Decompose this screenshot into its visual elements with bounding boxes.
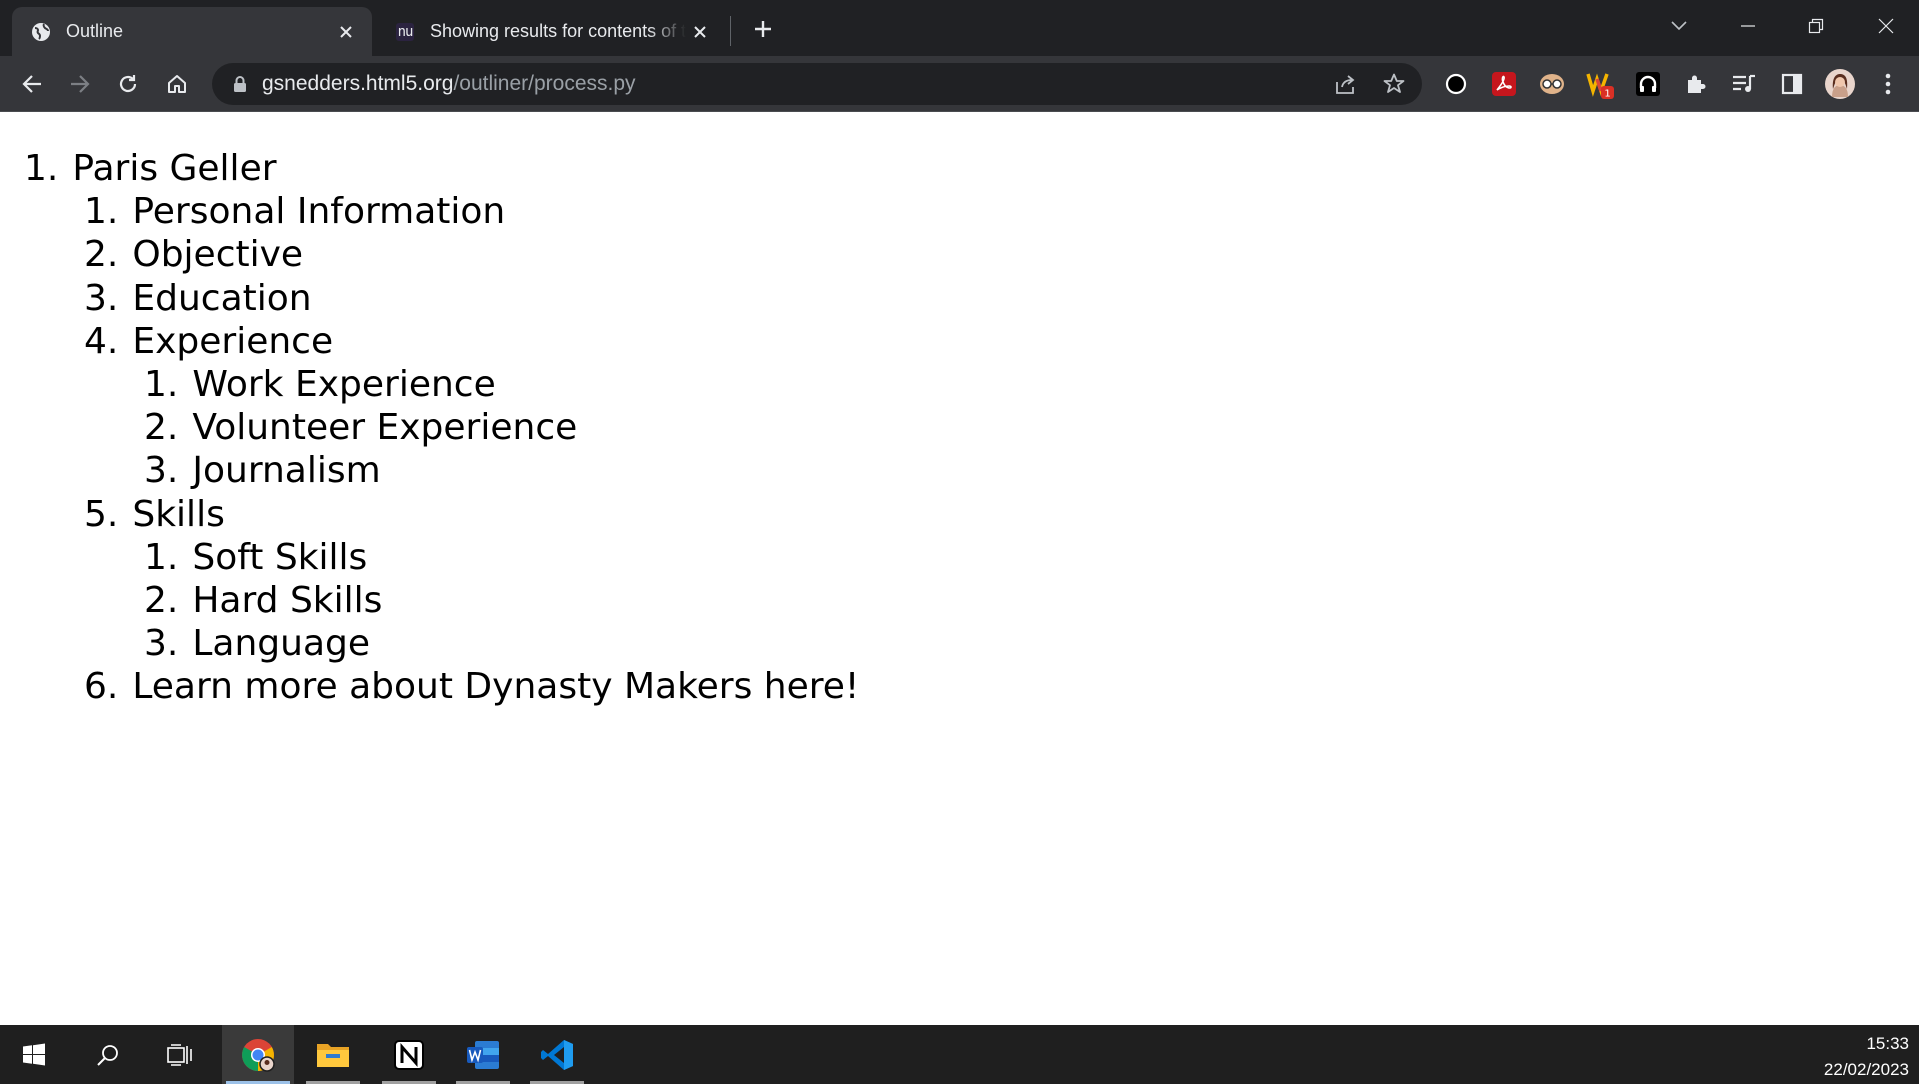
extension-badge: 1: [1604, 89, 1610, 100]
home-button[interactable]: [161, 68, 193, 100]
acrobat-extension-icon[interactable]: [1488, 68, 1520, 100]
outline-root: 1. Paris Geller: [24, 148, 277, 189]
taskbar-vscode[interactable]: [526, 1025, 588, 1084]
outline-item-label: Volunteer Experience: [192, 407, 578, 449]
url-text: gsnedders.html5.org/outliner/process.py: [262, 72, 636, 96]
forward-button[interactable]: [64, 68, 96, 100]
outline-subitem: 1. Soft Skills: [144, 536, 368, 578]
new-tab-button[interactable]: [748, 14, 778, 44]
windows-taskbar: 15:33 22/02/2023: [0, 1025, 1919, 1084]
close-icon: [1878, 18, 1894, 34]
outline-subitem: 3. Language: [144, 623, 371, 665]
chevron-down-icon: [1671, 21, 1687, 31]
outline-item: 1. Personal Information: [84, 191, 506, 233]
close-tab-icon[interactable]: [332, 18, 360, 46]
outline-item-label: Paris Geller: [72, 148, 277, 189]
back-button[interactable]: [16, 68, 48, 100]
task-view-button[interactable]: [150, 1025, 210, 1084]
outline-item-label: Personal Information: [132, 191, 506, 233]
minimize-icon: [1741, 25, 1755, 27]
outline-item: 2. Objective: [84, 234, 304, 276]
tab-validator[interactable]: nu Showing results for contents of text-…: [376, 7, 726, 56]
outline-subitem: 2. Volunteer Experience: [144, 407, 578, 449]
taskbar-file-explorer[interactable]: [302, 1025, 364, 1084]
url-path: /outliner/process.py: [453, 72, 636, 95]
lock-icon[interactable]: [230, 74, 250, 94]
tab-separator: [730, 16, 731, 46]
outline-item: 5. Skills: [84, 493, 225, 535]
bookmark-star-icon[interactable]: [1378, 68, 1410, 100]
browser-toolbar: gsnedders.html5.org/outliner/process.py …: [0, 56, 1919, 112]
tab-strip: Outline nu Showing results for contents …: [0, 0, 1919, 56]
clock-date: 22/02/2023: [1823, 1060, 1909, 1079]
reload-button[interactable]: [112, 68, 144, 100]
outline-item-label: Learn more about Dynasty Makers here!: [132, 666, 860, 708]
menu-kebab-icon[interactable]: [1872, 68, 1904, 100]
taskbar-chrome[interactable]: [222, 1025, 294, 1084]
windows-logo-icon: [23, 1043, 45, 1065]
outline-item-label: Language: [192, 623, 371, 665]
word-icon: [467, 1040, 499, 1069]
outline-subitem: 3. Journalism: [144, 450, 381, 492]
home-icon: [168, 75, 186, 93]
outline-item-label: Experience: [132, 320, 334, 362]
profile-avatar[interactable]: [1824, 68, 1856, 100]
clock-time: 15:33: [1866, 1034, 1909, 1053]
search-button[interactable]: [78, 1025, 138, 1084]
outline-item-label: Hard Skills: [192, 580, 383, 622]
minimize-button[interactable]: [1728, 8, 1768, 44]
outline-subitem: 2. Hard Skills: [144, 580, 383, 622]
share-icon[interactable]: [1330, 68, 1362, 100]
plus-icon: [755, 21, 771, 37]
vscode-icon: [541, 1039, 573, 1070]
tab-title: Outline: [66, 21, 124, 41]
side-panel-icon[interactable]: [1776, 68, 1808, 100]
glasses-extension-icon[interactable]: [1536, 68, 1568, 100]
taskbar-word[interactable]: [452, 1025, 514, 1084]
tab-outline[interactable]: Outline: [12, 7, 372, 56]
system-clock[interactable]: 15:33 22/02/2023: [1824, 1031, 1909, 1083]
outline-item-label: Objective: [132, 234, 304, 276]
globe-icon: [30, 21, 52, 43]
reload-icon: [119, 75, 137, 93]
outline-item-label: Journalism: [192, 450, 381, 492]
start-button[interactable]: [4, 1025, 64, 1084]
outline-item-label: Soft Skills: [192, 536, 368, 578]
chrome-icon: [242, 1038, 275, 1072]
tab-search-button[interactable]: [1659, 8, 1699, 44]
outline-item-label: Skills: [132, 493, 225, 535]
restore-icon: [1808, 18, 1824, 34]
media-queue-icon[interactable]: [1728, 68, 1760, 100]
outline-subitem: 1. Work Experience: [144, 364, 496, 406]
puzzle-extensions-icon[interactable]: [1680, 68, 1712, 100]
close-window-button[interactable]: [1866, 8, 1906, 44]
outline-item: 3. Education: [84, 277, 312, 319]
folder-icon: [317, 1043, 349, 1067]
outline-item-label: Education: [132, 277, 312, 319]
search-icon: [97, 1044, 118, 1066]
document-outline: 1. Paris Geller 1. Personal Information 2.…: [24, 147, 859, 709]
arrow-right-icon: [71, 75, 90, 93]
close-tab-icon[interactable]: [686, 18, 714, 46]
task-view-icon: [167, 1043, 192, 1066]
restore-button[interactable]: [1796, 8, 1836, 44]
tab-title: Showing results for contents of text-fie…: [430, 21, 686, 41]
arrow-left-icon: [22, 75, 41, 93]
taskbar-notion[interactable]: [378, 1025, 440, 1084]
color-extension-icon[interactable]: 1: [1584, 68, 1616, 100]
page-content: 1. Paris Geller 1. Personal Information 2.…: [0, 113, 1919, 1025]
notion-icon: [394, 1039, 424, 1070]
url-host: gsnedders.html5.org: [262, 72, 454, 95]
outline-item: 6. Learn more about Dynasty Makers here!: [84, 666, 860, 708]
nu-favicon: nu: [395, 22, 415, 41]
circle-extension-icon[interactable]: [1440, 68, 1472, 100]
outline-item-label: Work Experience: [192, 364, 496, 406]
address-bar[interactable]: gsnedders.html5.org/outliner/process.py: [212, 63, 1422, 105]
outline-item: 4. Experience: [84, 320, 334, 362]
headphones-extension-icon[interactable]: [1632, 68, 1664, 100]
